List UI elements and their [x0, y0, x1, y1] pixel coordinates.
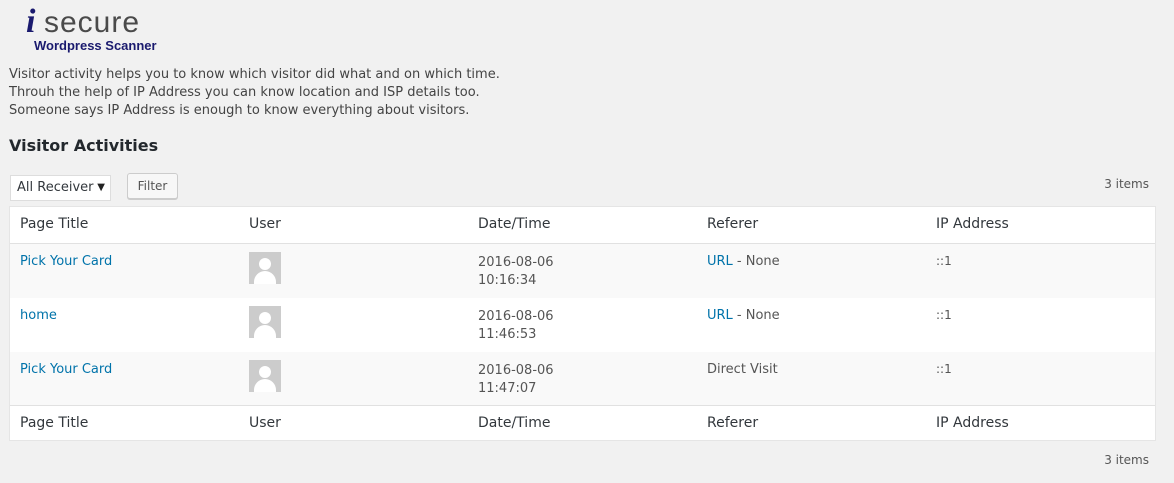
- table-footer: Page Title User Date/Time Referer IP Add…: [10, 405, 1155, 442]
- referer-cell: URL - None: [707, 308, 780, 323]
- intro-line: Throuh the help of IP Address you can kn…: [9, 85, 480, 100]
- datetime-cell: 2016-08-06 11:46:53: [478, 308, 554, 344]
- visitor-activities-table: Page Title User Date/Time Referer IP Add…: [9, 206, 1156, 441]
- logo-secure: secure: [44, 6, 140, 39]
- intro-line: Visitor activity helps you to know which…: [9, 67, 500, 82]
- column-footer-datetime[interactable]: Date/Time: [478, 415, 550, 431]
- ip-address: ::1: [936, 362, 952, 376]
- item-count-top: 3 items: [1104, 177, 1149, 191]
- table-row: Pick Your Card 2016-08-06 10:16:34 URL -…: [10, 244, 1155, 298]
- referer-cell: Direct Visit: [707, 362, 778, 377]
- time: 10:16:34: [478, 273, 537, 288]
- referer-cell: URL - None: [707, 254, 780, 269]
- referer-text: - None: [732, 254, 780, 269]
- column-header-page-title[interactable]: Page Title: [20, 216, 88, 232]
- column-header-ip-address: IP Address: [936, 216, 1009, 232]
- time: 11:47:07: [478, 381, 537, 396]
- filter-button[interactable]: Filter: [127, 173, 178, 199]
- table-row: Pick Your Card 2016-08-06 11:47:07 Direc…: [10, 352, 1155, 406]
- column-header-user: User: [249, 216, 281, 232]
- logo-subtitle: Wordpress Scanner: [34, 38, 157, 53]
- item-count-bottom: 3 items: [1104, 453, 1149, 467]
- referer-text: - None: [732, 308, 780, 323]
- referer-link[interactable]: URL: [707, 254, 733, 269]
- date: 2016-08-06: [478, 255, 554, 270]
- dropdown-arrow-icon: ▼: [97, 182, 105, 193]
- datetime-cell: 2016-08-06 11:47:07: [478, 362, 554, 398]
- column-footer-user: User: [249, 415, 281, 431]
- referer-text: Direct Visit: [707, 362, 778, 377]
- ip-address: ::1: [936, 308, 952, 322]
- page-title-link[interactable]: Pick Your Card: [20, 254, 112, 269]
- time: 11:46:53: [478, 327, 537, 342]
- receiver-select-value: All Receiver: [17, 180, 94, 195]
- column-footer-ip-address: IP Address: [936, 415, 1009, 431]
- intro-line: Someone says IP Address is enough to kno…: [9, 103, 470, 118]
- table-header: Page Title User Date/Time Referer IP Add…: [10, 207, 1155, 244]
- page-title-link[interactable]: Pick Your Card: [20, 362, 112, 377]
- page-title: Visitor Activities: [9, 136, 159, 155]
- table-row: home 2016-08-06 11:46:53 URL - None ::1: [10, 298, 1155, 352]
- isecure-logo: i secure Wordpress Scanner: [24, 2, 184, 54]
- intro-text: Visitor activity helps you to know which…: [9, 66, 500, 120]
- avatar: [249, 306, 281, 338]
- logo-i: i: [26, 3, 36, 40]
- column-header-referer: Referer: [707, 216, 759, 232]
- date: 2016-08-06: [478, 363, 554, 378]
- receiver-select[interactable]: All Receiver ▼: [10, 175, 111, 201]
- datetime-cell: 2016-08-06 10:16:34: [478, 254, 554, 290]
- ip-address: ::1: [936, 254, 952, 268]
- column-header-datetime[interactable]: Date/Time: [478, 216, 550, 232]
- date: 2016-08-06: [478, 309, 554, 324]
- referer-link[interactable]: URL: [707, 308, 733, 323]
- column-footer-referer: Referer: [707, 415, 759, 431]
- page-title-link[interactable]: home: [20, 308, 57, 323]
- column-footer-page-title[interactable]: Page Title: [20, 415, 88, 431]
- avatar: [249, 360, 281, 392]
- avatar: [249, 252, 281, 284]
